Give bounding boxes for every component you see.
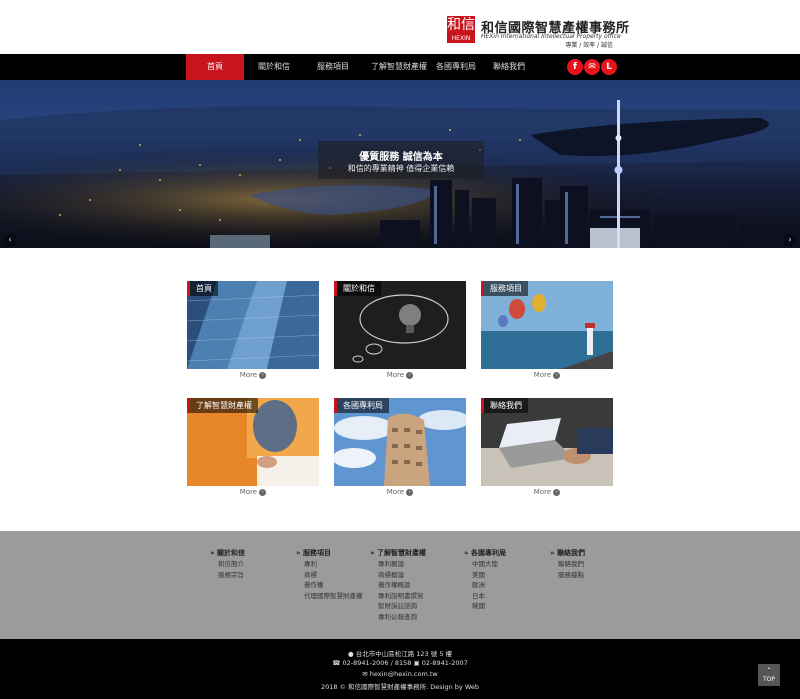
card-about[interactable]: 關於和信 [334,281,466,369]
footer-link[interactable]: 中國大陸 [464,559,564,570]
card-more-link[interactable]: More › [334,488,466,496]
card-more-link[interactable]: More › [187,488,319,496]
footer-link[interactable]: 服務宗旨 [210,570,310,581]
footer-link[interactable]: 和信簡介 [210,559,310,570]
carousel-prev-button[interactable]: ‹ [4,234,16,246]
footer-link[interactable]: 美國 [464,570,564,581]
arrow-circle-icon: › [406,488,414,496]
nav-item-home[interactable]: 首頁 [186,54,244,80]
footer-link[interactable]: 服務據點 [550,570,650,581]
footer-link[interactable]: 智財訴訟諮詢 [370,601,470,612]
footer-link[interactable]: 著作權概論 [370,580,470,591]
map-pin-icon: ● [347,650,354,658]
mail-icon[interactable]: ✉ [584,59,600,75]
chevron-up-icon: ⌃ [766,667,772,674]
logo-mark: 和信 HEXIN [447,16,475,43]
footer-column-contact: » 聯絡我們 聯絡我們 服務據點 [550,548,650,580]
footer-copyright: 2018 © 和信國際智慧財產權事務所. Design by Web [320,683,480,691]
nav-item-about[interactable]: 關於和信 [243,54,305,80]
card-services[interactable]: 服務項目 [481,281,613,369]
page: 和信 HEXIN 和信國際智慧產權事務所 HEXin International… [0,0,800,699]
site-header: 和信 HEXIN 和信國際智慧產權事務所 HEXin International… [0,0,800,54]
footer-column-title[interactable]: » 關於和信 [210,548,310,559]
footer-phone-fax: ☎ 02-8941-2006 / 8158 ▣ 02-8941-2007 [332,659,468,667]
card-label: 了解智慧財產權 [187,398,258,413]
footer-link[interactable]: 日本 [464,591,564,602]
footer-contact-bar: ● 台北市中山區松江路 123 號 5 樓 ☎ 02-8941-2006 / 8… [0,639,800,699]
card-ip-knowledge[interactable]: 了解智慧財產權 [187,398,319,486]
card-label: 各國專利局 [334,398,389,413]
footer-column-about: » 關於和信 和信簡介 服務宗旨 [210,548,310,580]
footer-sitemap: » 關於和信 和信簡介 服務宗旨 » 服務項目 專利 商標 著作權 代理國際智慧… [0,531,800,639]
nav-item-ip-knowledge[interactable]: 了解智慧財產權 [368,54,430,80]
footer-column-ip-knowledge: » 了解智慧財產權 專利概論 商標概論 著作權概論 專利說明書撰寫 智財訴訟諮詢… [370,548,470,622]
footer-link[interactable]: 韓國 [464,601,564,612]
arrow-circle-icon: › [406,371,414,379]
footer-column-title[interactable]: » 各國專利局 [464,548,564,559]
nav-item-contact[interactable]: 聯絡我們 [478,54,540,80]
arrow-circle-icon: › [553,488,561,496]
footer-column-title[interactable]: » 聯絡我們 [550,548,650,559]
footer-link[interactable]: 專利概論 [370,559,470,570]
card-contact[interactable]: 聯絡我們 [481,398,613,486]
arrow-circle-icon: › [259,488,267,496]
card-more-link[interactable]: More › [334,371,466,379]
logo-tagline: 專業 / 效率 / 誠信 [565,42,613,49]
card-more-link[interactable]: More › [481,488,613,496]
footer-email[interactable]: ✉ hexin@hexin.com.tw [0,670,800,678]
footer-link[interactable]: 專利公報查詢 [370,612,470,623]
card-label: 首頁 [187,281,218,296]
card-home[interactable]: 首頁 [187,281,319,369]
phone-icon: ☎ [332,659,341,667]
footer-link[interactable]: 歐洲 [464,580,564,591]
line-icon[interactable]: L [601,59,617,75]
footer-column-title[interactable]: » 了解智慧財產權 [370,548,470,559]
card-label: 聯絡我們 [481,398,528,413]
footer-column-patent-offices: » 各國專利局 中國大陸 美國 歐洲 日本 韓國 [464,548,564,612]
mail-icon: ✉ [362,670,368,678]
arrow-circle-icon: › [259,371,267,379]
card-patent-offices[interactable]: 各國專利局 [334,398,466,486]
logo-english-name: HEXin International Intellectual Propert… [481,33,621,40]
main-nav: 首頁 關於和信 服務項目 了解智慧財產權 各國專利局 聯絡我們 f ✉ L [0,54,800,80]
fax-icon: ▣ [413,659,420,667]
card-more-link[interactable]: More › [187,371,319,379]
carousel-next-button[interactable]: › [784,234,796,246]
banner-headline: 優質服務 誠信為本 [359,152,443,163]
nav-item-services[interactable]: 服務項目 [302,54,364,80]
back-to-top-button[interactable]: ⌃ TOP [758,664,780,686]
footer-link[interactable]: 商標概論 [370,570,470,581]
card-more-link[interactable]: More › [481,371,613,379]
footer-link[interactable]: 聯絡我們 [550,559,650,570]
site-logo[interactable]: 和信 HEXIN 和信國際智慧產權事務所 HEXin International… [447,16,629,49]
facebook-icon[interactable]: f [567,59,583,75]
arrow-circle-icon: › [553,371,561,379]
card-label: 服務項目 [481,281,528,296]
card-label: 關於和信 [334,281,381,296]
footer-link[interactable]: 專利說明書撰寫 [370,591,470,602]
banner-subheadline: 和信的專業精神 值得企業信賴 [347,164,455,173]
footer-address: ● 台北市中山區松江路 123 號 5 樓 [347,650,453,658]
